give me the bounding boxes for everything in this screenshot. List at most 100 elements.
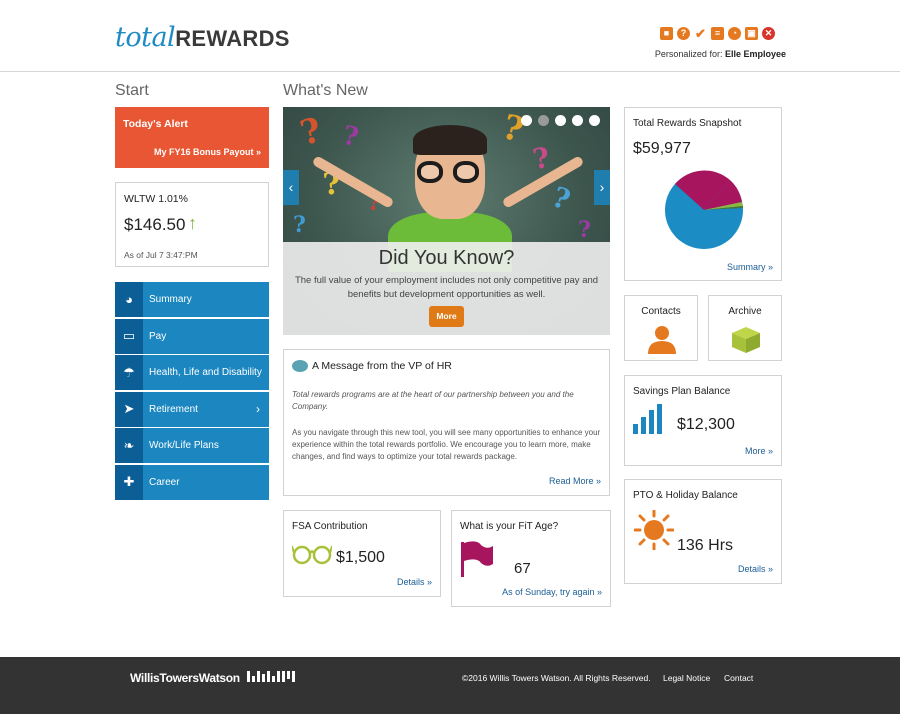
wallet-icon: ▭ <box>115 318 143 354</box>
stock-name: WLTW 1.01% <box>124 193 188 205</box>
fsa-value: $1,500 <box>336 549 385 566</box>
message-intro: Total rewards programs are at the heart … <box>292 390 574 411</box>
nav-label: Health, Life and Disability <box>149 367 262 378</box>
contacts-card[interactable]: Contacts <box>624 295 698 361</box>
nav-label: Retirement <box>149 403 198 415</box>
puzzle-icon: ✚ <box>115 464 143 500</box>
close-icon[interactable]: ✕ <box>762 27 775 40</box>
carousel-dot[interactable] <box>521 115 532 126</box>
nav-label: Pay <box>149 330 167 342</box>
carousel-dot-active[interactable] <box>538 115 549 126</box>
document-icon[interactable]: ≡ <box>711 27 724 40</box>
todays-alert-card[interactable]: Today's Alert My FY16 Bonus Payout » <box>115 107 269 168</box>
nav-item-work-life[interactable]: ❧ Work/Life Plans <box>115 428 269 463</box>
pto-title: PTO & Holiday Balance <box>633 490 738 501</box>
savings-more-link[interactable]: More » <box>745 446 773 456</box>
hero-title: Did You Know? <box>378 247 515 269</box>
pto-value: 136 Hrs <box>677 537 734 554</box>
pie-icon[interactable]: ◔ <box>728 27 741 40</box>
savings-title: Savings Plan Balance <box>633 386 731 397</box>
logo-total-text: total <box>115 22 176 53</box>
nav-label: Career <box>149 476 180 488</box>
nav-item-health[interactable]: ☂ Health, Life and Disability <box>115 355 269 390</box>
start-heading: Start <box>115 82 149 99</box>
carousel-next-button[interactable]: › <box>594 170 610 205</box>
kid-hair <box>413 125 487 155</box>
person-icon <box>648 326 676 354</box>
leaf-icon: ❧ <box>115 428 143 463</box>
chevron-right-icon: › <box>256 401 260 416</box>
umbrella-icon: ☂ <box>115 355 143 390</box>
fsa-title: FSA Contribution <box>292 521 368 532</box>
question-mark-decor: ? <box>578 217 591 243</box>
glasses-lens-left <box>417 161 443 183</box>
legal-notice-link[interactable]: Legal Notice <box>663 673 710 683</box>
snapshot-value: $59,977 <box>633 140 691 157</box>
pie-chart-icon: ◕ <box>115 282 143 317</box>
carousel-dots <box>521 115 600 126</box>
chat-bubble-icon <box>292 360 308 372</box>
stock-timestamp: As of Jul 7 3:47:PM <box>124 250 198 260</box>
carousel-dot[interactable] <box>589 115 600 126</box>
stock-ticker-card: WLTW 1.01% $146.50 ↑ As of Jul 7 3:47:PM <box>115 182 269 267</box>
fit-age-card[interactable]: What is your FiT Age? 67 As of Sunday, t… <box>451 510 611 607</box>
lock-icon[interactable]: ▣ <box>745 27 758 40</box>
carousel-prev-button[interactable]: ‹ <box>283 170 299 205</box>
glasses-icon <box>292 545 332 565</box>
savings-value: $12,300 <box>677 416 735 433</box>
contact-link[interactable]: Contact <box>724 673 753 683</box>
fsa-contribution-card[interactable]: FSA Contribution $1,500 Details » <box>283 510 441 597</box>
carousel-dot[interactable] <box>572 115 583 126</box>
fit-try-again-link[interactable]: As of Sunday, try again » <box>502 587 602 597</box>
alert-link[interactable]: My FY16 Bonus Payout » <box>154 147 261 157</box>
copyright-text: ©2016 Willis Towers Watson. All Rights R… <box>462 673 651 683</box>
logo-rewards-text: REWARDS <box>175 26 290 51</box>
contacts-title: Contacts <box>641 306 681 317</box>
footer: WillisTowersWatson ©2016 Willis Towers W… <box>0 657 900 714</box>
whats-new-heading: What's New <box>283 82 368 99</box>
hero-body: The full value of your employment includ… <box>294 275 599 300</box>
vp-message-card: A Message from the VP of HR Total reward… <box>283 349 610 496</box>
savings-plan-card: Savings Plan Balance $12,300 More » <box>624 375 782 466</box>
check-icon[interactable]: ✔ <box>694 27 707 40</box>
header-divider <box>0 71 900 72</box>
nav-label: Summary <box>149 294 192 305</box>
snapshot-pie-chart[interactable] <box>664 170 744 250</box>
total-rewards-snapshot-card: Total Rewards Snapshot $59,977 Summary » <box>624 107 782 281</box>
pto-balance-card: PTO & Holiday Balance 136 Hrs Details » <box>624 479 782 584</box>
personalized-for: Personalized for: Elle Employee <box>655 49 786 59</box>
hero-carousel: ? ? ? ? ? ? ? ? ? ‹ › Did You Know? The … <box>283 107 610 335</box>
bar-chart-icon <box>633 404 662 434</box>
plane-icon: ➤ <box>115 391 143 427</box>
fsa-details-link[interactable]: Details » <box>397 577 432 587</box>
sun-icon <box>634 510 674 550</box>
main-nav: ◕ Summary ▭ Pay ☂ Health, Life and Disab… <box>115 282 269 501</box>
app-logo[interactable]: totalREWARDS <box>115 22 290 54</box>
archive-card[interactable]: Archive <box>708 295 782 361</box>
utility-toolbar: ■ ? ✔ ≡ ◔ ▣ ✕ <box>660 27 775 40</box>
nav-label: Work/Life Plans <box>149 440 219 451</box>
arrow-up-icon: ↑ <box>188 213 197 233</box>
help-icon[interactable]: ? <box>677 27 690 40</box>
summary-link[interactable]: Summary » <box>727 262 773 272</box>
nav-item-summary[interactable]: ◕ Summary <box>115 282 269 317</box>
nav-item-career[interactable]: ✚ Career <box>115 464 269 500</box>
snapshot-title: Total Rewards Snapshot <box>633 118 742 129</box>
box-icon <box>732 327 760 353</box>
nav-item-retirement[interactable]: ➤ Retirement › <box>115 391 269 427</box>
hero-more-button[interactable]: More <box>429 306 464 327</box>
fit-title: What is your FiT Age? <box>460 521 559 532</box>
personalized-label: Personalized for: <box>654 49 723 59</box>
fit-value: 67 <box>514 560 531 577</box>
cube-icon[interactable]: ■ <box>660 27 673 40</box>
message-header: A Message from the VP of HR <box>292 360 452 372</box>
question-mark-decor: ? <box>293 212 306 238</box>
read-more-link[interactable]: Read More » <box>549 476 601 486</box>
brand-mark-icon <box>247 671 295 682</box>
personalized-name: Elle Employee <box>724 49 786 59</box>
archive-title: Archive <box>728 306 762 317</box>
nav-item-pay[interactable]: ▭ Pay <box>115 318 269 354</box>
stock-price: $146.50 <box>124 215 186 234</box>
pto-details-link[interactable]: Details » <box>738 564 773 574</box>
carousel-dot[interactable] <box>555 115 566 126</box>
